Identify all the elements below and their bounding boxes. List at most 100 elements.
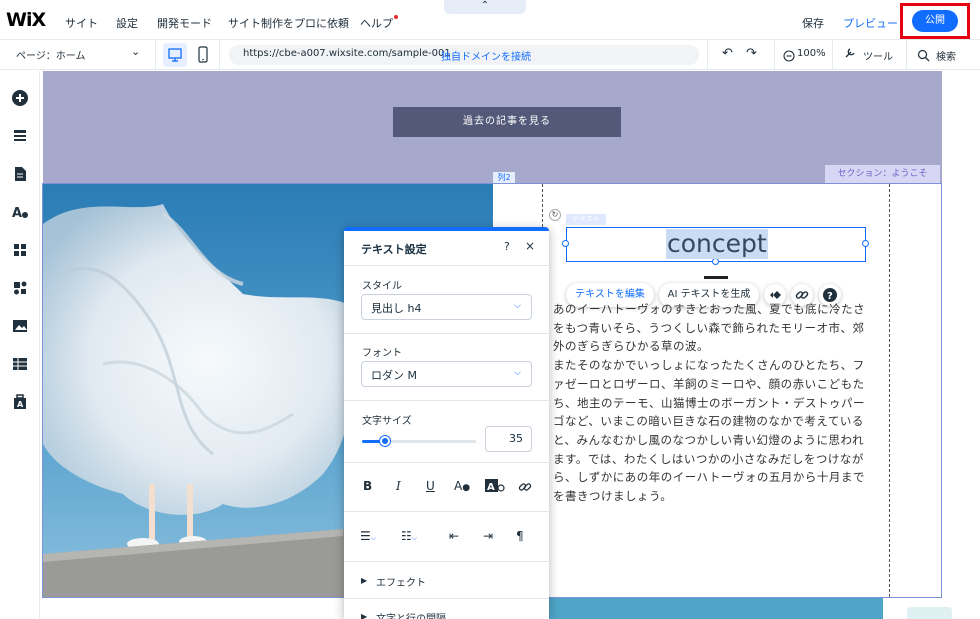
style-value: 見出し h4 [371,302,422,315]
body-line: ァゼーロとロザーロ、羊飼のミーロや、顔の赤いこどもた [553,376,865,391]
body-line: またそのなかでいっしょになったたくさんのひとたち、フ [553,358,865,373]
divider [344,598,549,599]
effect-section[interactable]: エフェクト [376,574,426,589]
preview-button[interactable]: プレビュー [843,15,898,31]
save-button[interactable]: 保存 [802,15,824,31]
left-sidebar [0,71,40,619]
help-icon[interactable]: ? [504,240,510,253]
expand-arrow-icon[interactable]: ▶ [361,576,367,585]
section-label[interactable]: セクション：ようこそ [825,165,940,183]
body-line: ら、しずかにあの年のイーハトーヴォの五月から十月まで [553,470,865,485]
text-element-tag: テキスト [566,214,606,225]
menus-icon[interactable] [11,127,29,145]
business-icon[interactable] [11,279,29,297]
body-paragraph[interactable]: あのイーハトーヴォのすきとおった風、夏でも底に冷たさ をもつ青いそら、うつくしい… [553,300,883,506]
chevron-down-icon: ⌵ [514,368,521,378]
menu-site[interactable]: サイト [65,15,98,31]
body-line: ち、地主のテーモ、山猫博士のボーガント・デストゥパー [553,395,865,410]
tools-button[interactable]: ツール [863,48,893,63]
mobile-view-button[interactable] [196,45,210,69]
panel-title: テキスト設定 [361,243,427,256]
desktop-view-button[interactable] [163,43,187,67]
style-label: スタイル [362,281,402,292]
add-icon[interactable] [11,89,29,107]
design-icon[interactable]: A [11,203,29,221]
close-icon[interactable]: × [525,239,535,253]
increase-indent-icon[interactable]: ⇥ [483,529,493,543]
resize-handle[interactable] [562,240,569,247]
align-center-icon[interactable]: ☰⌵ [360,529,376,543]
publish-button[interactable]: 公開 [912,10,958,32]
search-icon[interactable] [917,47,930,66]
body-line: をもつ青いそら、うつくしい森で飾られたモリーオ市、郊 [553,320,865,335]
text-color-icon[interactable]: A● [454,479,470,493]
menu-hire-pro[interactable]: サイト制作をプロに依頼 [228,15,349,31]
highlight-icon[interactable]: A [485,478,505,498]
size-slider-knob[interactable] [379,436,390,446]
menu-settings[interactable]: 設定 [116,15,138,31]
divider [344,511,549,512]
site-url: https://cbe-a007.wixsite.com/sample-001 [243,48,451,59]
underline-icon[interactable]: U [426,479,435,493]
svg-text:A: A [17,400,24,409]
desktop-icon [168,48,182,62]
body-line: 外のぎらぎらひかる草の波。 [553,339,709,354]
media-icon[interactable] [11,317,29,335]
decrease-indent-icon[interactable]: ⇤ [449,529,459,543]
page-selector[interactable]: ページ：ホーム [16,47,86,62]
undo-icon[interactable]: ↶ [722,46,733,61]
cms-icon[interactable] [11,355,29,373]
body-line: を書きつけましょう。 [553,489,673,504]
pages-icon[interactable] [11,165,29,183]
divider [344,265,549,266]
menu-help-label: ヘルプ [360,17,393,30]
divider [774,40,775,70]
bold-icon[interactable]: B [363,479,372,493]
column-guide [889,184,890,597]
bullet-list-icon[interactable]: ☷⌵ [401,529,417,543]
notification-dot [394,15,398,19]
app-market-icon[interactable] [11,241,29,259]
menu-dev-mode[interactable]: 開発モード [157,15,212,31]
body-line: あのイーハトーヴォのすきとおった風、夏でも底に冷たさ [553,302,866,316]
chevron-down-icon[interactable]: ⌄ [131,45,140,58]
body-line: と、みんなむかし風のなつかしい青い幻燈のように思われ [553,432,864,447]
size-input[interactable]: 35 [485,426,532,452]
zoom-out-icon[interactable] [783,47,795,66]
divider [832,40,833,70]
body-line: ゴなど、いまこの暗い巨きな石の建物のなかで考えている [553,414,864,429]
divider [707,40,708,70]
portfolio-icon[interactable]: A [11,393,29,411]
divider [344,462,549,463]
next-section-image [548,598,883,619]
collapse-toolbar-tab[interactable]: ⌃ [444,0,526,14]
wix-logo[interactable]: WiX [6,9,46,31]
column-label: 列2 [493,172,515,184]
corner-tab[interactable] [907,607,952,619]
decorative-line [704,276,728,279]
divider [344,400,549,401]
canvas-gutter [942,71,980,619]
tools-icon[interactable] [843,46,857,63]
link-icon[interactable] [518,479,532,498]
divider [344,333,549,334]
resize-handle[interactable] [712,258,719,265]
rotate-icon[interactable]: ↻ [549,209,561,221]
italic-icon[interactable]: I [396,479,401,493]
divider [344,561,549,562]
font-value: ロダン M [371,369,417,382]
zoom-level[interactable]: 100% [797,48,826,59]
menu-help[interactable]: ヘルプ [360,15,398,31]
spacing-section[interactable]: 文字と行の間隔 [376,610,446,619]
mobile-icon [198,46,208,63]
search-button[interactable]: 検索 [936,48,956,63]
heading-text[interactable]: concept [666,229,768,259]
redo-icon[interactable]: ↷ [746,46,757,61]
size-label: 文字サイズ [362,416,412,427]
text-direction-icon[interactable]: ¶ [516,529,524,543]
divider [155,40,156,70]
connect-domain-link[interactable]: 独自ドメインを接続 [441,48,531,63]
expand-arrow-icon[interactable]: ▶ [361,612,367,619]
past-articles-button[interactable]: 過去の記事を見る [393,107,621,137]
resize-handle[interactable] [862,240,869,247]
